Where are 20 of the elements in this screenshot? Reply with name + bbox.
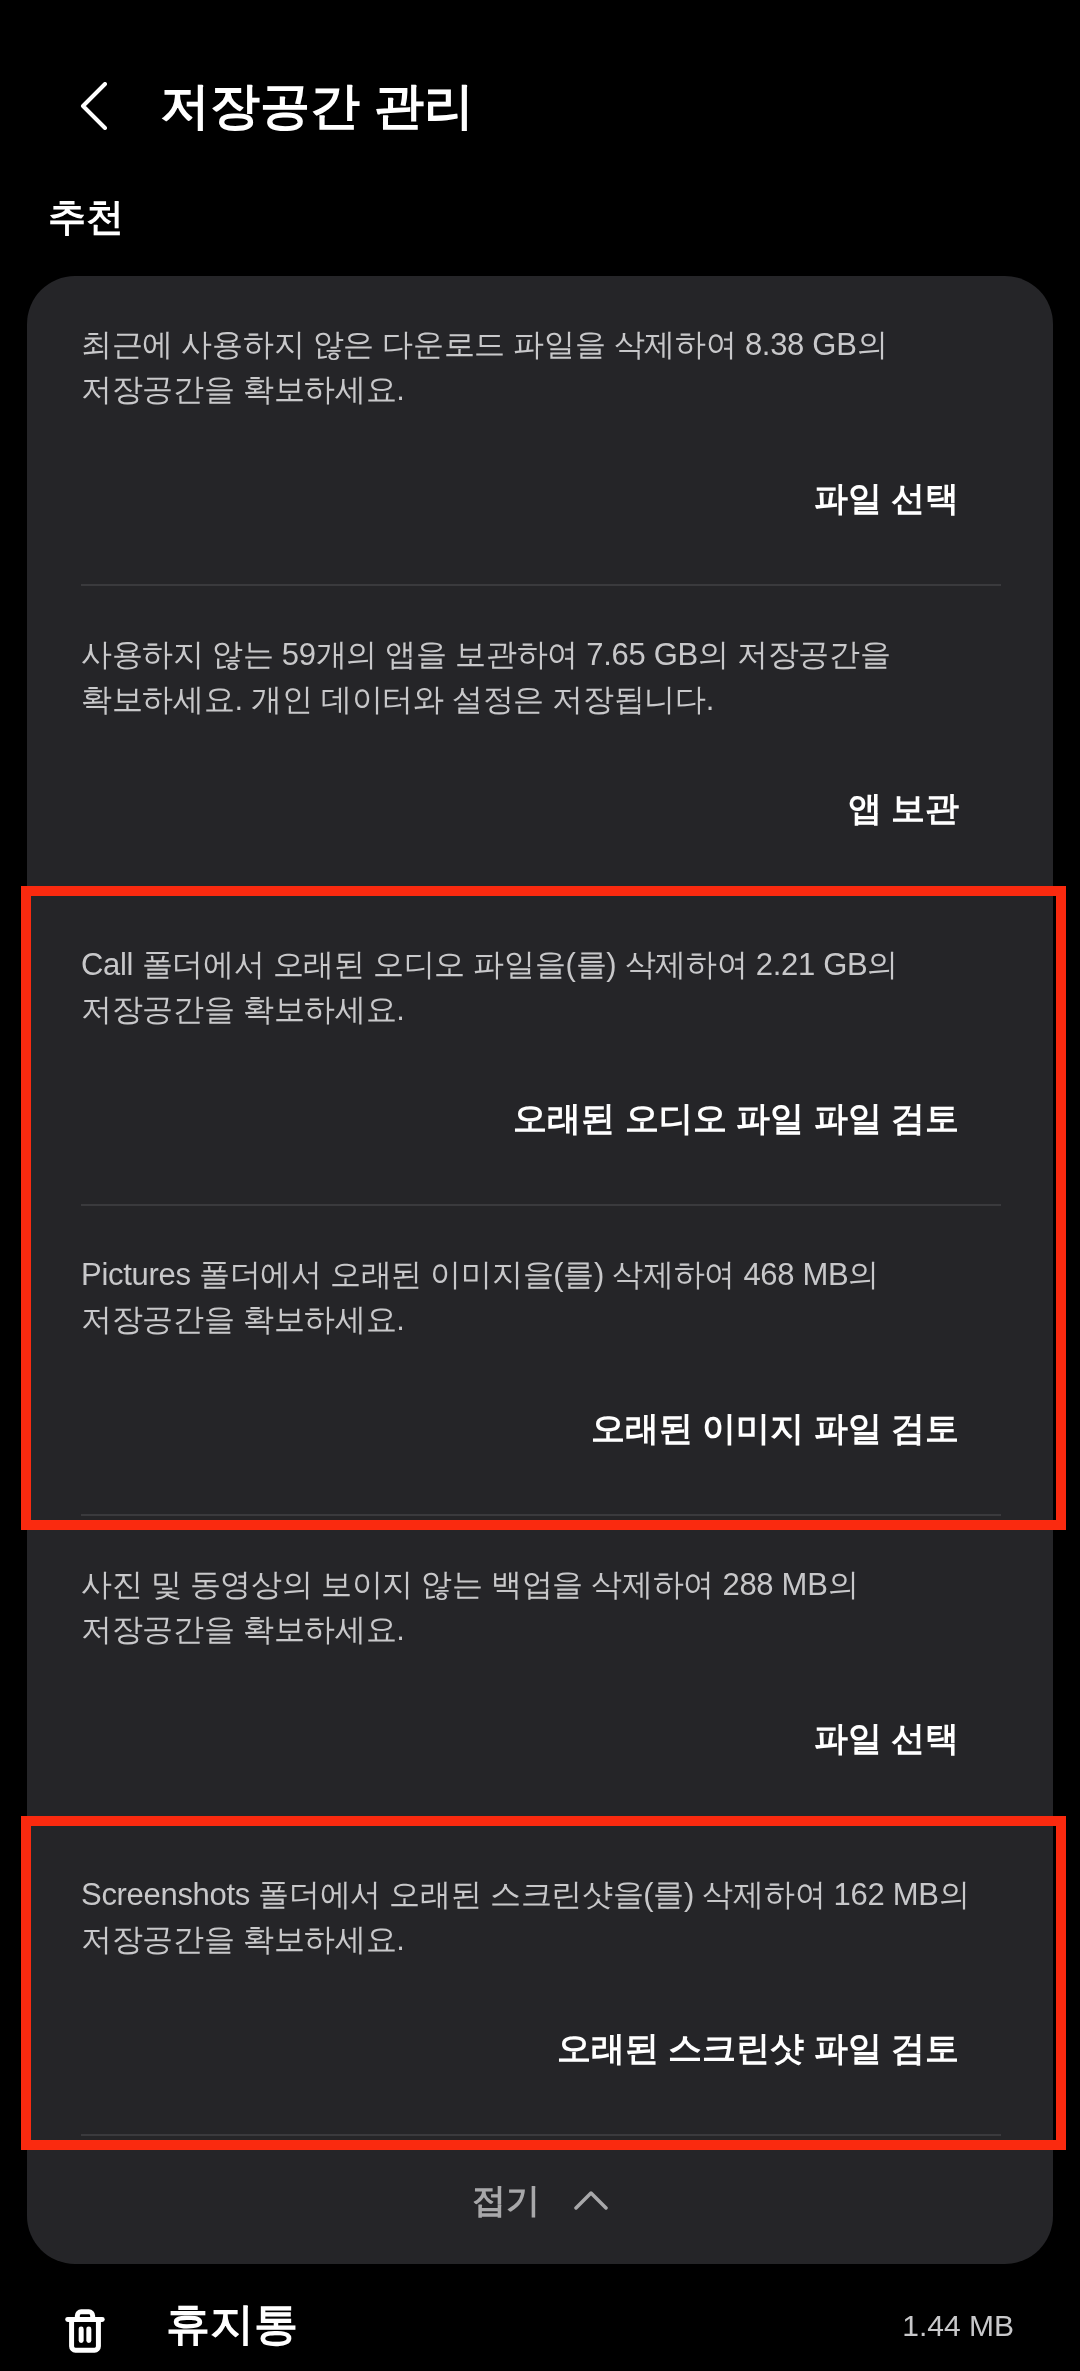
storage-item-size: 1.44 MB xyxy=(902,2308,1014,2344)
collapse-button[interactable]: 접기 xyxy=(472,2178,608,2222)
action-button[interactable]: 파일 선택 xyxy=(813,1710,959,1766)
back-icon xyxy=(80,82,108,130)
action-button[interactable]: 오래된 오디오 파일 파일 검토 xyxy=(513,1090,959,1146)
storage-item-label[interactable]: 휴지통 xyxy=(166,2298,298,2350)
suggestion-text: Pictures 폴더에서 오래된 이미지을(를) 삭제하여 468 MB의 저장공간을 확보하세요. xyxy=(81,1256,881,1339)
chevron-up-icon xyxy=(574,2190,608,2210)
suggestion-text: 사진 및 동영상의 보이지 않는 백업을 삭제하여 288 MB의 저장공간을 확보하세요. xyxy=(81,1566,860,1649)
suggestion-text: 사용하지 않는 59개의 앱을 보관하여 7.65 GB의 저장공간을 확보하세요. 개인 데이터와 설정은 저장됩니다. xyxy=(81,636,892,719)
page-title: 저장공간 관리 xyxy=(160,77,474,136)
suggestion-text: 최근에 사용하지 않은 다운로드 파일을 삭제하여 8.38 GB의 저장공간을 확보하세요. xyxy=(81,326,889,409)
suggestion-text: Screenshots 폴더에서 오래된 스크린샷을(를) 삭제하여 162 MB의 저장공간을 확보하세요. xyxy=(81,1876,971,1959)
action-button[interactable]: 오래된 스크린샷 파일 검토 xyxy=(556,2020,959,2076)
action-button[interactable]: 앱 보관 xyxy=(847,780,959,836)
action-button[interactable]: 파일 선택 xyxy=(813,470,959,526)
action-button[interactable]: 오래된 이미지 파일 검토 xyxy=(590,1400,959,1456)
suggestion-text: Call 폴더에서 오래된 오디오 파일을(를) 삭제하여 2.21 GB의 저장공간을 확보하세요. xyxy=(81,946,900,1029)
trash-icon xyxy=(62,2308,108,2354)
section-heading: 추천 xyxy=(48,195,124,240)
